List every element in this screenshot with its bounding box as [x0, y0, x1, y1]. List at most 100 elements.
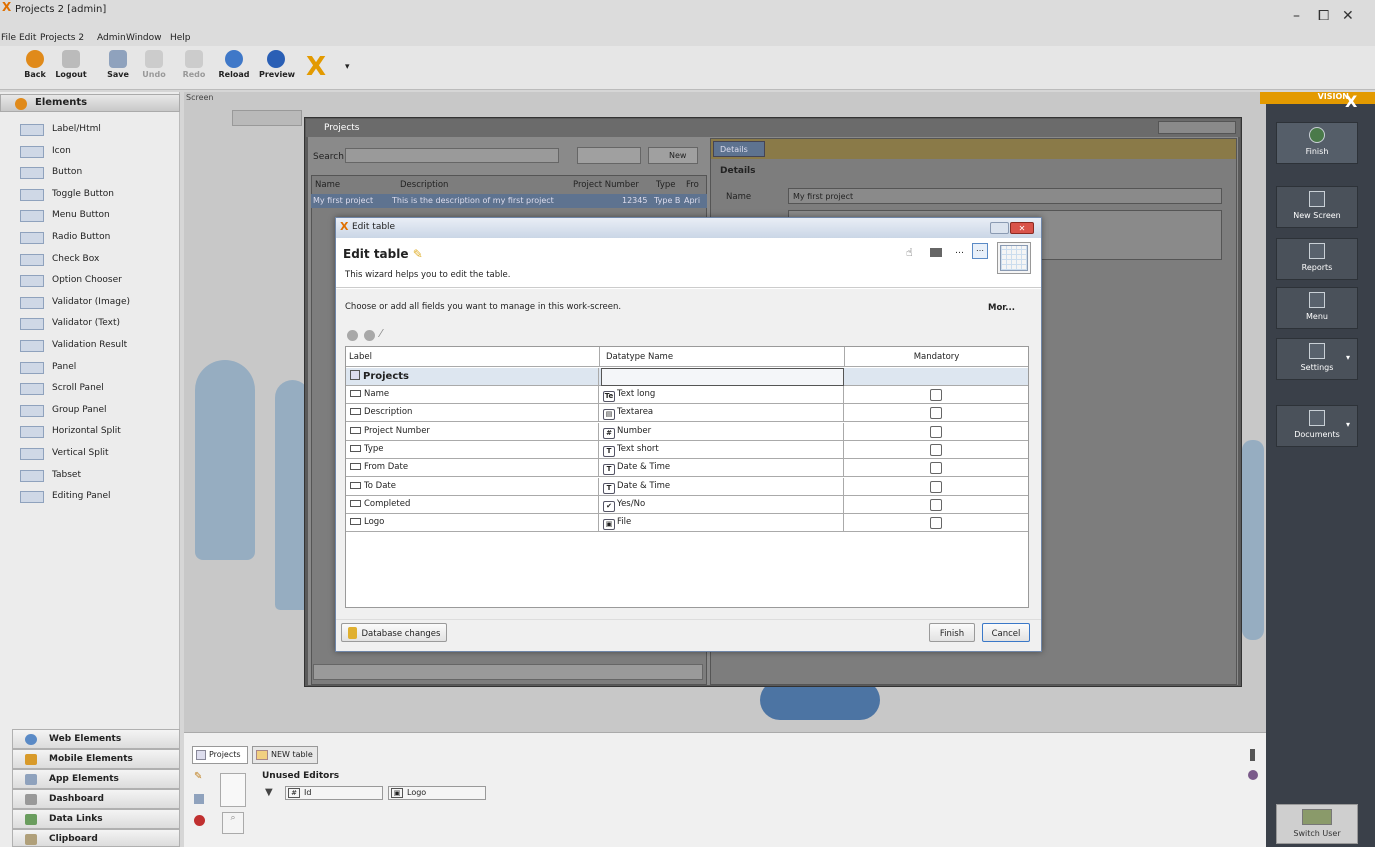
maximize-button[interactable]: ⧠: [1318, 8, 1329, 24]
menu-window[interactable]: Window: [126, 33, 162, 43]
menu-file[interactable]: File: [1, 33, 16, 43]
element-item-menu-button[interactable]: Menu Button: [20, 206, 180, 226]
settings-dropdown-icon[interactable]: ▾: [1346, 353, 1350, 362]
element-item-check-box[interactable]: Check Box: [20, 250, 180, 270]
save-button[interactable]: Save: [101, 50, 135, 88]
element-item-validator-image[interactable]: Validator (Image): [20, 293, 180, 313]
mandatory-checkbox[interactable]: [930, 498, 942, 511]
horizontal-scrollbar[interactable]: [313, 664, 703, 680]
element-item-editing-panel[interactable]: Editing Panel: [20, 487, 180, 507]
elements-header[interactable]: Elements: [0, 94, 180, 112]
table-row[interactable]: Type T Text short: [346, 440, 1028, 459]
more-options-icon[interactable]: …: [955, 246, 964, 256]
cancel-button[interactable]: Cancel: [982, 623, 1030, 642]
tab-projects[interactable]: Projects: [192, 746, 248, 764]
datatype-cell[interactable]: ▤ Textarea: [599, 404, 844, 423]
remove-icon[interactable]: [364, 330, 375, 341]
list-menu-button[interactable]: [577, 147, 641, 164]
table-row[interactable]: Logo ▣ File: [346, 514, 1028, 533]
col-header-label[interactable]: Label: [346, 347, 599, 367]
new-screen-button[interactable]: New Screen: [1276, 186, 1358, 228]
settings-icon[interactable]: [1248, 770, 1258, 780]
element-item-tabset[interactable]: Tabset: [20, 466, 180, 486]
element-item-radio-button[interactable]: Radio Button: [20, 228, 180, 248]
panel-icon[interactable]: [1250, 749, 1255, 761]
table-row[interactable]: To Date T Date & Time: [346, 477, 1028, 496]
datatype-cell[interactable]: ✔ Yes/No: [599, 495, 844, 514]
datatype-cell[interactable]: ▣ File: [599, 514, 844, 533]
col-header-name[interactable]: Name: [315, 180, 340, 190]
datatype-cell[interactable]: T Text short: [599, 440, 844, 459]
col-header-project-number[interactable]: Project Number: [573, 180, 639, 190]
menu-edit[interactable]: Edit: [19, 33, 36, 43]
dialog-restore-button[interactable]: [990, 222, 1009, 234]
category-data-links[interactable]: Data Links: [12, 809, 180, 829]
datatype-cell[interactable]: T Date & Time: [599, 477, 844, 496]
col-header-description[interactable]: Description: [400, 180, 448, 190]
options-button[interactable]: …: [972, 243, 988, 259]
dialog-close-button[interactable]: ✕: [1010, 222, 1034, 234]
table-group-row[interactable]: Projects: [346, 368, 1028, 386]
menu-admin[interactable]: Admin: [97, 33, 126, 43]
more-link[interactable]: Mor...: [988, 303, 1015, 313]
col-header-from[interactable]: Fro: [686, 180, 699, 190]
category-app-elements[interactable]: App Elements: [12, 769, 180, 789]
preview-button[interactable]: Preview: [259, 50, 295, 88]
col-header-mandatory[interactable]: Mandatory: [844, 347, 1028, 367]
category-web-elements[interactable]: Web Elements: [12, 729, 180, 749]
category-clipboard[interactable]: Clipboard: [12, 829, 180, 847]
finish-panel-button[interactable]: Finish: [1276, 122, 1358, 164]
table-row[interactable]: Description ▤ Textarea: [346, 404, 1028, 423]
database-changes-button[interactable]: Database changes: [341, 623, 447, 642]
tab-details[interactable]: Details: [713, 141, 765, 157]
element-item-option-chooser[interactable]: Option Chooser: [20, 271, 180, 291]
category-mobile-elements[interactable]: Mobile Elements: [12, 749, 180, 769]
editor-logo[interactable]: ▣ Logo: [388, 786, 486, 800]
mandatory-checkbox[interactable]: [930, 480, 942, 493]
vision-x-icon[interactable]: X: [306, 54, 336, 80]
col-header-type[interactable]: Type: [656, 180, 676, 190]
mandatory-checkbox[interactable]: [930, 443, 942, 456]
close-button[interactable]: ✕: [1342, 8, 1354, 24]
undo-button[interactable]: Undo: [137, 50, 171, 88]
datatype-cell[interactable]: # Number: [599, 422, 844, 441]
finish-button[interactable]: Finish: [929, 623, 975, 642]
canvas-mini-toolbar[interactable]: [232, 110, 302, 126]
tab-new-table[interactable]: NEW table: [252, 746, 318, 764]
new-button[interactable]: New: [648, 147, 698, 164]
layout-icon[interactable]: [930, 248, 942, 257]
edit-icon[interactable]: ⁄: [380, 327, 382, 340]
table-row[interactable]: Project Number # Number: [346, 422, 1028, 441]
back-button[interactable]: Back: [18, 50, 52, 88]
add-icon[interactable]: [347, 330, 358, 341]
datatype-cell[interactable]: T Date & Time: [599, 459, 844, 478]
pencil-icon[interactable]: ✎: [194, 772, 204, 782]
table-row[interactable]: Completed ✔ Yes/No: [346, 495, 1028, 514]
element-item-label-html[interactable]: Label/Html: [20, 120, 180, 140]
element-item-validator-text[interactable]: Validator (Text): [20, 314, 180, 334]
mandatory-checkbox[interactable]: [930, 517, 942, 530]
element-item-scroll-panel[interactable]: Scroll Panel: [20, 379, 180, 399]
element-item-vertical-split[interactable]: Vertical Split: [20, 444, 180, 464]
element-item-group-panel[interactable]: Group Panel: [20, 401, 180, 421]
editor-id[interactable]: # Id: [285, 786, 383, 800]
filter-icon[interactable]: ▼: [265, 787, 273, 798]
table-row[interactable]: From Date T Date & Time: [346, 459, 1028, 478]
dropdown-arrow-icon[interactable]: ▾: [345, 62, 350, 72]
element-item-horizontal-split[interactable]: Horizontal Split: [20, 422, 180, 442]
datatype-input[interactable]: [601, 368, 844, 386]
mandatory-checkbox[interactable]: [930, 407, 942, 420]
reload-button[interactable]: Reload: [217, 50, 251, 88]
search-icon[interactable]: ⌕: [222, 812, 244, 834]
search-input[interactable]: [345, 148, 559, 163]
reports-button[interactable]: Reports: [1276, 238, 1358, 280]
hand-icon[interactable]: ☝: [906, 246, 913, 259]
col-header-datatype[interactable]: Datatype Name: [599, 347, 844, 367]
mandatory-checkbox[interactable]: [930, 389, 942, 401]
element-item-validation-result[interactable]: Validation Result: [20, 336, 180, 356]
logout-button[interactable]: Logout: [54, 50, 88, 88]
element-item-panel[interactable]: Panel: [20, 358, 180, 378]
mandatory-checkbox[interactable]: [930, 425, 942, 438]
element-item-toggle-button[interactable]: Toggle Button: [20, 185, 180, 205]
element-item-button[interactable]: Button: [20, 163, 180, 183]
